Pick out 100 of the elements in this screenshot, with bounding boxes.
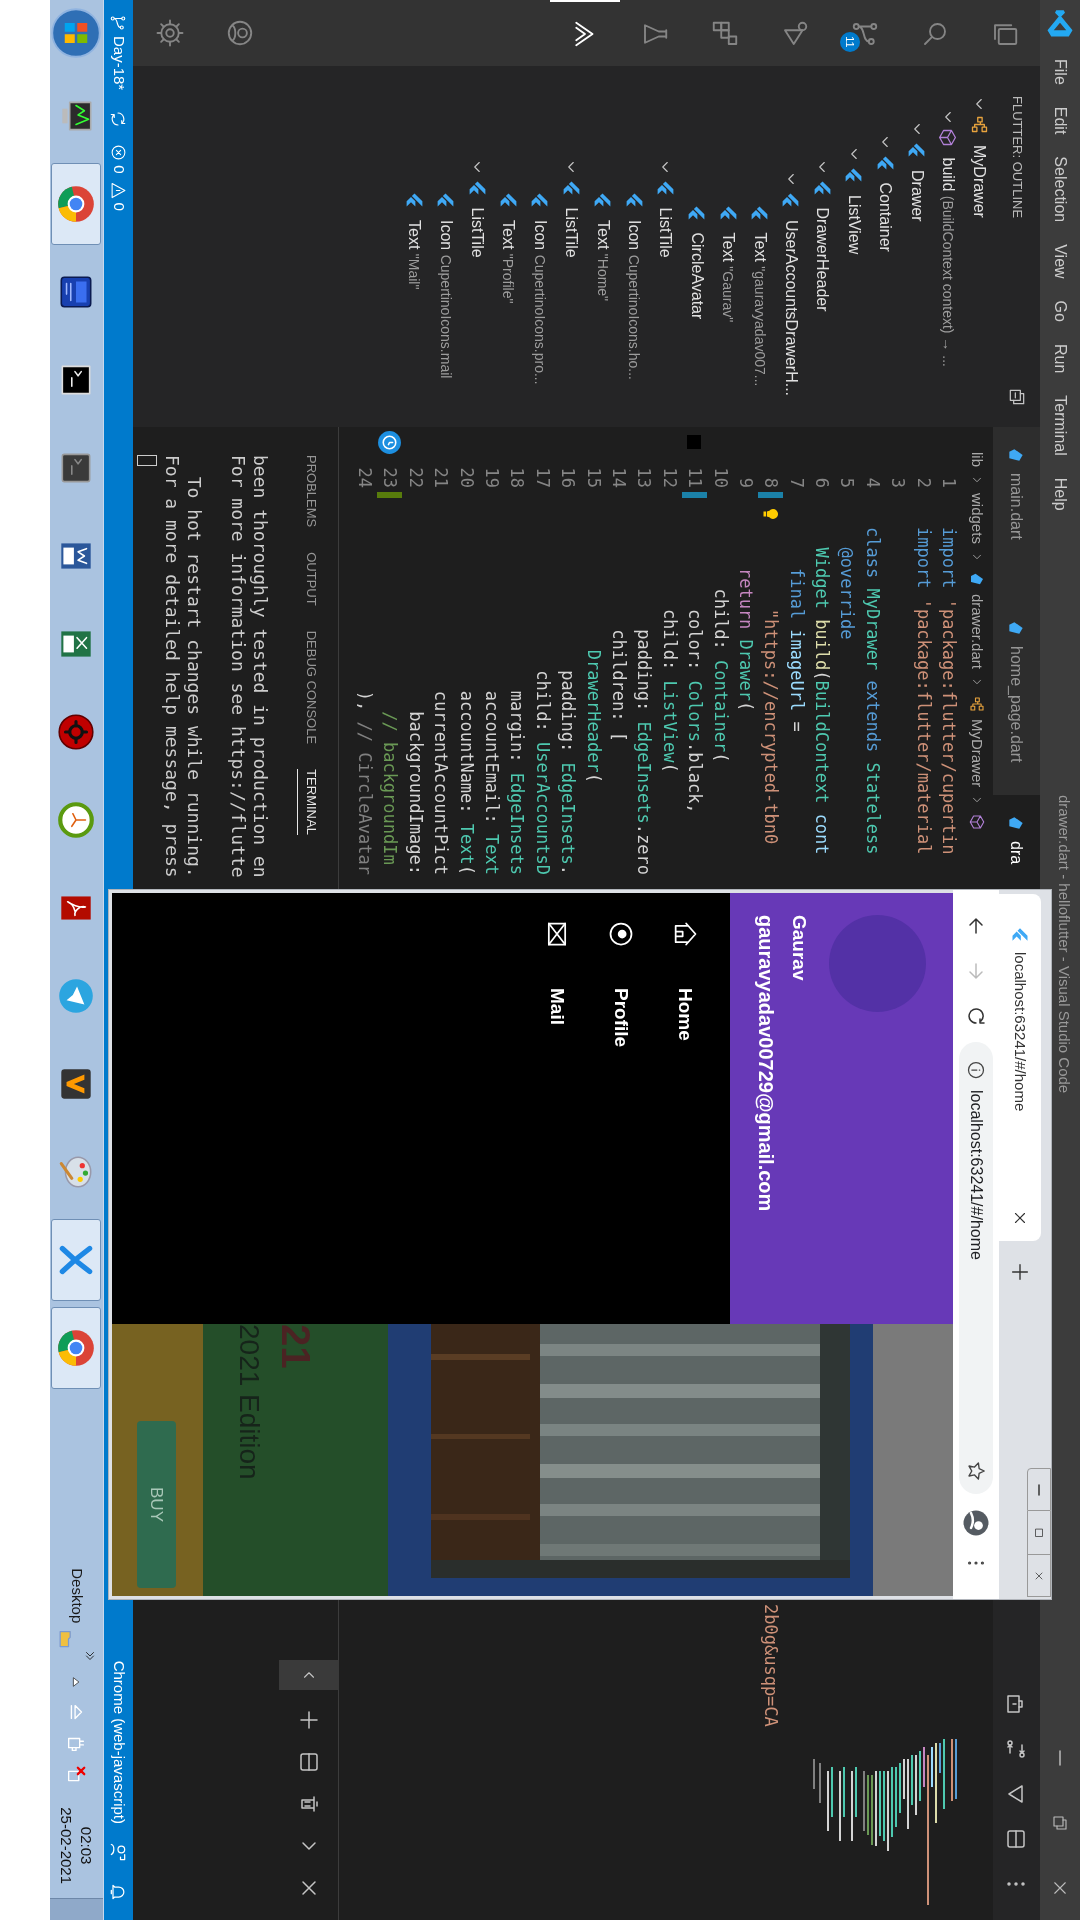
nav-item[interactable]: Profile [589,893,653,1324]
circle-icon[interactable] [377,429,403,455]
line-number: 19 [481,466,503,488]
code-line: 2b0g&usqp=CA [760,1604,783,1727]
panel-tab[interactable]: OUTPUT [296,552,322,606]
nav-item[interactable]: Home [653,893,717,1324]
code-line: padding: EdgeInsets.zero [633,628,656,877]
outline-item[interactable]: Drawer [904,170,929,222]
panel-tab[interactable]: TERMINAL [296,769,322,835]
menu-item[interactable]: View [1048,233,1072,290]
code-line: accountEmail: Text [481,689,503,877]
outline-item[interactable]: DrawerHeader [810,207,835,312]
outline-item[interactable]: Text "Profile" [496,220,521,304]
outline-item[interactable]: ListTile [465,207,490,258]
code-line: class MyDrawer extends Stateless [861,527,884,857]
line-number: 17 [531,466,554,488]
outline-item[interactable]: Icon CupertinoIcons.mail [433,220,458,379]
line-number: 6 [811,476,834,488]
line-number: 14 [607,466,630,488]
line-number: 5 [836,476,859,488]
code-line: child: Container( [709,587,732,765]
breadcrumb-item[interactable]: lib [965,452,989,467]
restore-icon [1051,1813,1069,1832]
panel-tab[interactable]: DEBUG CONSOLE [296,630,322,745]
plus-icon[interactable] [297,1708,321,1732]
line-number: 11 [684,466,707,488]
language-status[interactable]: Chrome (web-javascript) [107,1660,130,1824]
settings-icon [155,18,185,48]
line-number: 16 [557,466,580,488]
code-line: ), // CircleAvatar [354,689,377,877]
menu-item[interactable]: Selection [1048,145,1072,234]
nav-item[interactable]: Mail [525,893,589,1324]
clock-date[interactable]: 25-02-2021 [56,1807,77,1884]
outline-item[interactable]: Icon CupertinoIcons.pro... [527,220,552,385]
outline-item[interactable]: build (BuildContext context) → ... [935,157,960,367]
editor-tab[interactable]: main.dart [993,427,1040,600]
panel-tab[interactable]: PROBLEMS [296,455,322,528]
breadcrumb-item[interactable]: MyDrawer [965,718,989,788]
outline-item[interactable]: Icon CupertinoIcons.ho... [622,220,646,380]
branch-tab[interactable]: 11 [830,0,900,66]
editor-tab[interactable]: home_page.dart [993,600,1040,795]
outline-item[interactable]: ListTile [559,207,584,258]
code-line: Widget build(BuildContext cont [811,546,834,857]
terminal-line: For a more detailed help message, press [161,455,183,878]
cube-icon [968,813,986,832]
breadcrumb-item[interactable]: drawer.dart [965,593,989,669]
error-icon [110,144,127,162]
code-line: padding: EdgeInsets. [557,669,580,877]
outline-item[interactable]: MyDrawer [967,145,992,218]
line-number: 2 [912,476,935,488]
line-number: 15 [582,466,605,488]
orb-icon [51,8,102,58]
branch-button[interactable]: Day-18* [107,14,130,91]
line-number: 21 [430,466,453,488]
code-line: import 'package:flutter/cupertin [938,527,961,857]
terminal-line: To hot restart changes while running. [183,475,205,878]
browser-tab[interactable]: localhost:63241/#/home [999,894,1041,1241]
outline-item[interactable]: Text "Gaurav" [716,232,741,323]
star-icon[interactable] [965,1460,987,1482]
window-title: drawer.dart - helloflutter - Visual Studio Code [1055,795,1074,1094]
editor-tab[interactable]: dra [993,795,1040,889]
clock-time[interactable]: 02:03 [76,1826,97,1865]
code-line: @override [836,546,859,642]
outline-item[interactable]: Container [873,182,898,252]
breadcrumb-item[interactable]: widgets [965,493,989,544]
account-name: Gaurav [789,915,809,981]
menu-item[interactable]: Go [1048,289,1072,333]
code-line: "https://encrypted-tbn0 [760,607,783,847]
line-number: 9 [734,476,757,488]
line-number: 7 [785,476,808,488]
warning-icon [110,181,127,199]
outline-item[interactable]: ListTile [653,207,678,258]
outline-item[interactable]: Text "Home" [590,220,615,302]
line-number: 8 [760,476,783,488]
profile-icon[interactable] [961,1508,991,1538]
minimize-icon [1038,1483,1040,1496]
menu-item[interactable]: Edit [1048,95,1072,146]
outline-item[interactable]: Text "Mail" [402,220,427,290]
line-number: 1 [938,476,961,488]
code-line: accountName: Text( [455,689,478,877]
terminal-line: been thoroughly tested in production en [249,455,271,878]
outline-item[interactable]: CircleAvatar [684,232,709,320]
menu-item[interactable]: Help [1048,466,1072,522]
class-icon [968,694,986,713]
address-bar[interactable]: localhost:63241/#/home [959,1042,993,1494]
line-number: 10 [709,466,732,488]
maximize-button[interactable] [1027,1511,1051,1554]
line-number: 18 [506,466,529,488]
split-icon[interactable] [297,1750,321,1774]
menu-item[interactable]: Terminal [1048,384,1072,467]
problems-button[interactable]: 0 0 [107,144,130,211]
menu-item[interactable]: Run [1048,332,1072,385]
new-tab-icon[interactable] [1009,1261,1031,1283]
account-icon [225,18,255,48]
line-number: 22 [404,466,427,488]
outline-item[interactable]: ListView [841,195,866,255]
menu-item[interactable]: File [1048,48,1072,96]
outline-item[interactable]: UserAccountsDrawerH... [778,220,803,397]
sync-icon[interactable] [109,110,128,129]
outline-item[interactable]: Text "gauravyadav007... [747,232,772,387]
